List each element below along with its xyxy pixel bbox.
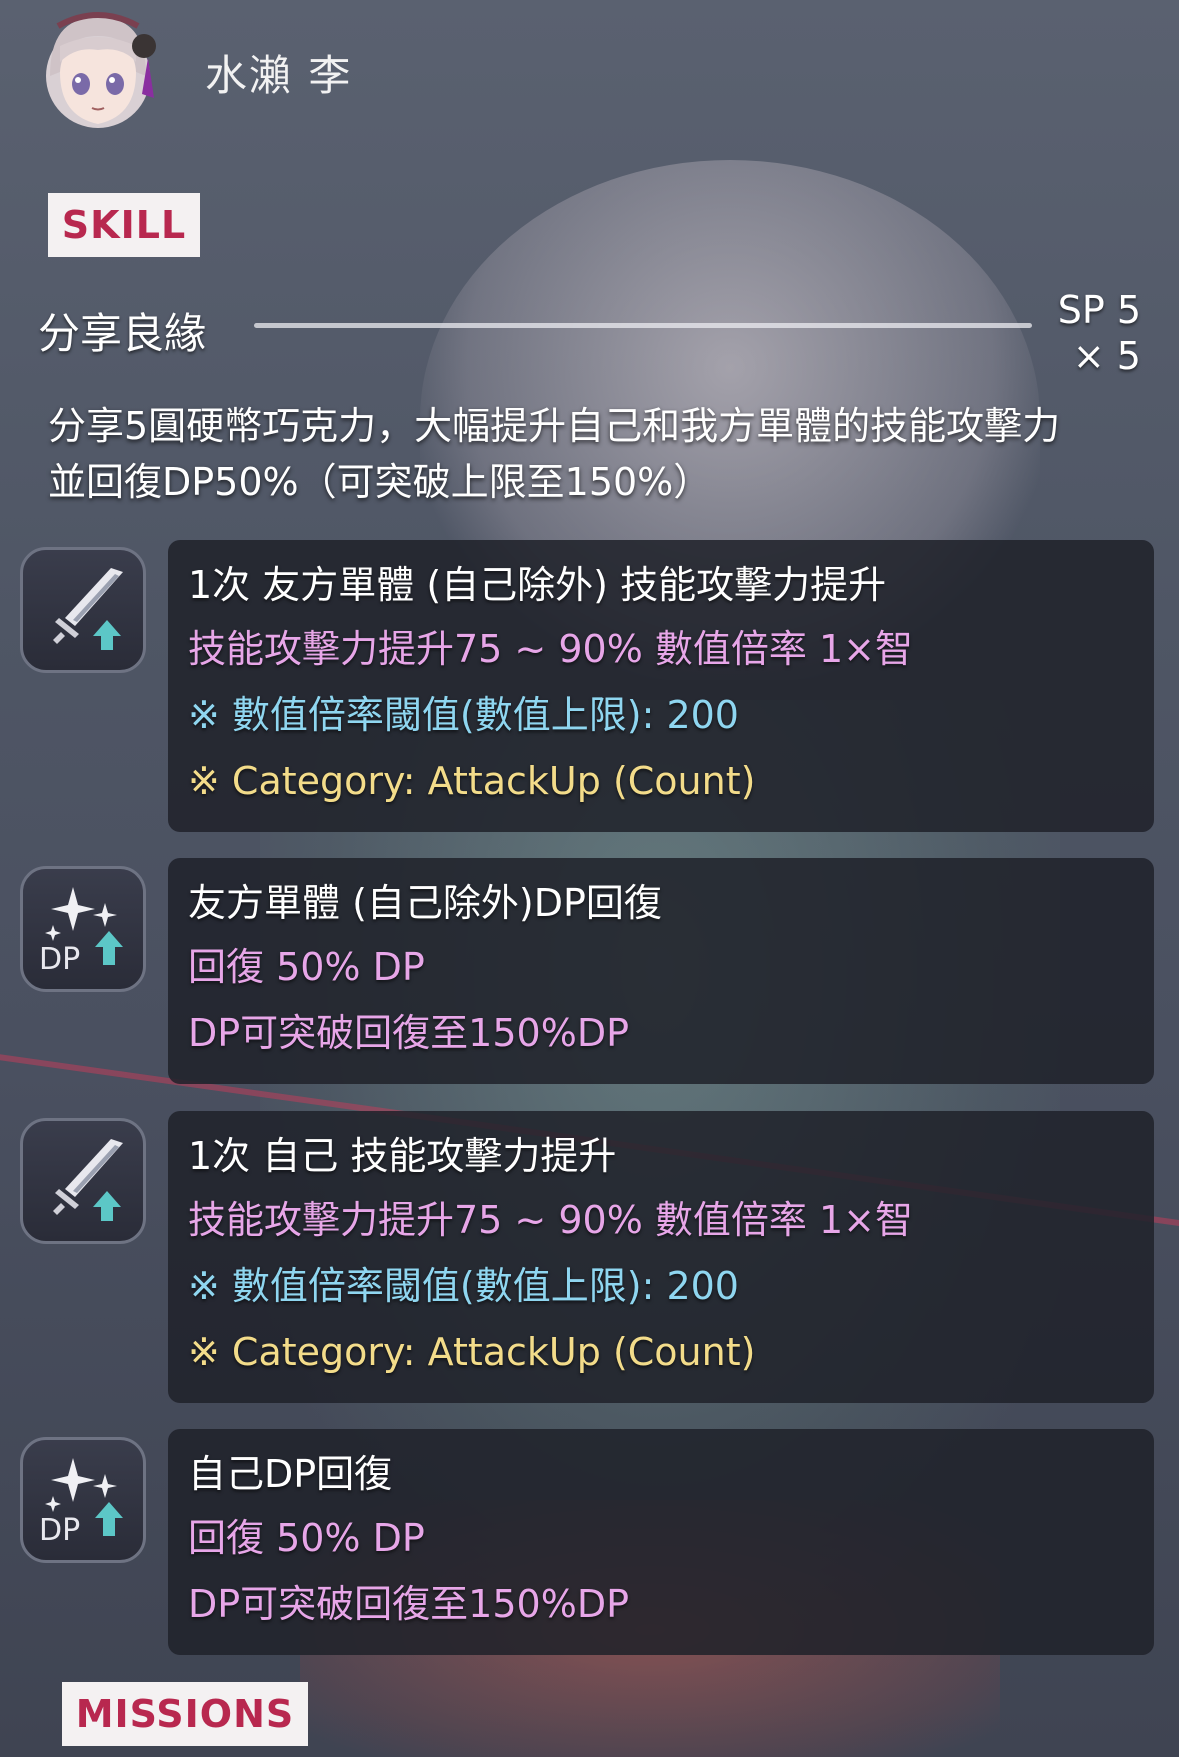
dp-recovery-icon: DP (20, 1437, 146, 1563)
effect-value: 技能攻擊力提升75 ~ 90% 數值倍率 1×智 (188, 627, 913, 671)
sp-cost-value: SP 5 (1057, 288, 1141, 332)
svg-text:DP: DP (39, 942, 80, 977)
character-name: 水瀨 李 (205, 51, 353, 100)
character-avatar-icon (36, 6, 160, 138)
skill-section-tag: SKILL (48, 193, 200, 257)
attack-up-icon (20, 547, 146, 673)
effect-cap-note: ※ 數值倍率閾值(數值上限): 200 (188, 1264, 739, 1308)
effect-value: 回復 50% DP (188, 945, 425, 989)
effect-card: 自己DP回復 回復 50% DP DP可突破回復至150%DP (168, 1429, 1154, 1655)
effect-category-note: ※ Category: AttackUp (Count) (188, 759, 756, 803)
skill-description-line: 並回復DP50%（可突破上限至150%） (48, 460, 712, 504)
effect-title: 友方單體 (自己除外)DP回復 (188, 881, 662, 925)
effect-cap-note: ※ 數值倍率閾值(數值上限): 200 (188, 693, 739, 737)
effect-value: 回復 50% DP (188, 1516, 425, 1560)
effect-card: 1次 友方單體 (自己除外) 技能攻擊力提升 技能攻擊力提升75 ~ 90% 數… (168, 540, 1154, 832)
dp-recovery-icon: DP (20, 866, 146, 992)
skill-divider (254, 323, 1032, 328)
skill-name: 分享良緣 (38, 309, 207, 358)
skill-description-line: 分享5圓硬幣巧克力，大幅提升自己和我方單體的技能攻擊力 (48, 404, 1061, 448)
sp-cost: SP 5 × 5 (1058, 287, 1141, 379)
missions-section-tag[interactable]: MISSIONS (62, 1682, 308, 1746)
effect-title: 1次 自己 技能攻擊力提升 (188, 1134, 617, 1178)
svg-text:DP: DP (39, 1513, 80, 1548)
effect-card: 1次 自己 技能攻擊力提升 技能攻擊力提升75 ~ 90% 數值倍率 1×智 ※… (168, 1111, 1154, 1403)
effect-value: DP可突破回復至150%DP (188, 1582, 629, 1626)
effect-value: 技能攻擊力提升75 ~ 90% 數值倍率 1×智 (188, 1198, 913, 1242)
attack-up-icon (20, 1118, 146, 1244)
effect-title: 自己DP回復 (188, 1452, 393, 1496)
effect-title: 1次 友方單體 (自己除外) 技能攻擊力提升 (188, 563, 887, 607)
sp-cost-uses: × 5 (1072, 334, 1141, 378)
effect-value: DP可突破回復至150%DP (188, 1011, 629, 1055)
effect-category-note: ※ Category: AttackUp (Count) (188, 1330, 756, 1374)
effect-card: 友方單體 (自己除外)DP回復 回復 50% DP DP可突破回復至150%DP (168, 858, 1154, 1084)
skill-description: 分享5圓硬幣巧克力，大幅提升自己和我方單體的技能攻擊力 並回復DP50%（可突破… (48, 398, 1173, 510)
